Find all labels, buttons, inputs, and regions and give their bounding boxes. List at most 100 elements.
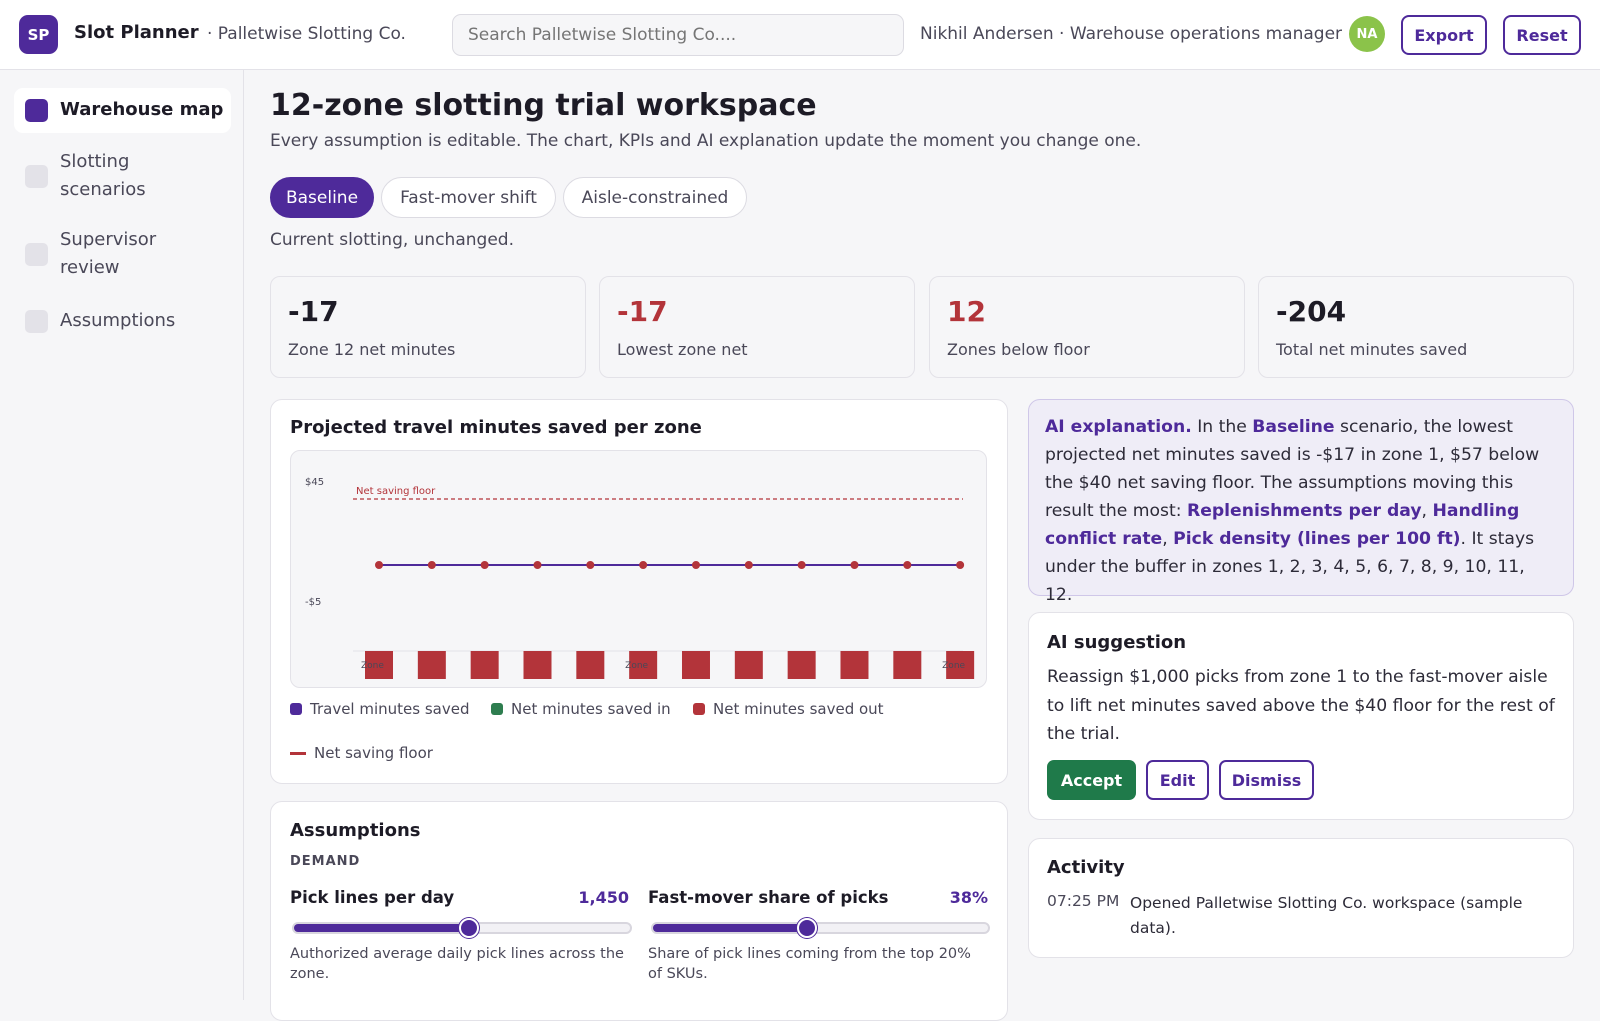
chart-area: $45 -$5 Net saving floor Zone Zone Zone — [290, 450, 987, 688]
travel-minutes-point — [903, 561, 912, 569]
assumptions-icon — [25, 310, 48, 333]
slider-label: Fast-mover share of picks — [648, 888, 889, 907]
accept-button[interactable]: Accept — [1047, 760, 1136, 800]
kpi-value: -17 — [288, 295, 339, 328]
activity-title: Activity — [1047, 857, 1125, 878]
travel-minutes-point — [691, 561, 700, 569]
ai-text: , — [1421, 501, 1433, 521]
slider-label: Pick lines per day — [290, 888, 455, 907]
kpi-label: Total net minutes saved — [1276, 340, 1468, 359]
dismiss-button[interactable]: Dismiss — [1219, 760, 1314, 800]
tab-fast-mover-shift[interactable]: Fast-mover shift — [381, 177, 556, 218]
floor-label: Net saving floor — [356, 486, 436, 497]
section-label-demand: DEMAND — [290, 854, 361, 869]
legend-item-net-in: Net minutes saved in — [491, 700, 671, 718]
bar-net-minutes-out — [787, 651, 816, 679]
legend-label: Net minutes saved out — [713, 700, 884, 718]
travel-minutes-point — [639, 561, 648, 569]
supervisor-review-icon — [25, 243, 48, 266]
sidebar-item-warehouse-map[interactable]: Warehouse map — [14, 88, 231, 133]
edit-button[interactable]: Edit — [1146, 760, 1209, 800]
slider-help: Authorized average daily pick lines acro… — [290, 946, 624, 982]
line-bar-chart: $45 -$5 Net saving floor Zone Zone Zone — [305, 477, 975, 679]
reset-button[interactable]: Reset — [1503, 15, 1581, 55]
kpi-card: -204 Total net minutes saved — [1258, 276, 1574, 378]
x-tick-label: Zone — [361, 661, 384, 671]
travel-minutes-point — [533, 561, 542, 569]
travel-minutes-point — [375, 561, 383, 569]
sidebar: Warehouse map Slotting scenarios Supervi… — [0, 70, 244, 1000]
ai-explanation-panel: AI explanation. In the Baseline scenario… — [1028, 399, 1574, 605]
warehouse-map-icon — [25, 99, 48, 122]
kpi-label: Lowest zone net — [617, 340, 748, 359]
travel-minutes-point — [480, 561, 489, 569]
bar-net-minutes-out — [576, 651, 605, 679]
legend-item-floor: Net saving floor — [290, 744, 433, 762]
legend-swatch — [290, 703, 302, 715]
y-tick-label: $45 — [305, 477, 324, 488]
ai-suggestion-text: Reassign $1,000 picks from zone 1 to the… — [1047, 667, 1555, 744]
tab-baseline[interactable]: Baseline — [270, 177, 374, 218]
legend-swatch — [290, 751, 306, 755]
kpi-card: -17 Zone 12 net minutes — [270, 276, 586, 378]
kpi-value: -204 — [1276, 295, 1347, 328]
avatar[interactable]: NA — [1349, 16, 1385, 52]
page-subtitle: Every assumption is editable. The chart,… — [270, 131, 1142, 151]
travel-minutes-point — [744, 561, 753, 569]
bar-net-minutes-out — [681, 651, 710, 679]
sidebar-item-label: Supervisor review — [60, 229, 157, 278]
slider-value: 38% — [949, 888, 988, 907]
company-name: · Palletwise Slotting Co. — [207, 24, 406, 44]
legend-swatch — [491, 703, 503, 715]
slider-fill — [294, 924, 469, 932]
slider-handle[interactable] — [797, 918, 818, 938]
app-logo: SP — [19, 15, 58, 54]
ai-text: , — [1162, 529, 1174, 549]
fast-mover-share-slider[interactable] — [651, 918, 990, 938]
travel-minutes-point — [797, 561, 806, 569]
ai-scenario: Baseline — [1252, 417, 1335, 437]
ai-factor: Replenishments per day — [1186, 501, 1422, 521]
kpi-label: Zones below floor — [947, 340, 1090, 359]
ai-factor: Pick density (lines per 100 ft) — [1173, 529, 1461, 549]
travel-minutes-point — [850, 561, 859, 569]
sidebar-item-label: Warehouse map — [60, 99, 224, 120]
page-title: 12-zone slotting trial workspace — [270, 88, 817, 123]
kpi-label: Zone 12 net minutes — [288, 340, 456, 359]
pick-lines-slider[interactable] — [292, 918, 632, 938]
slider-handle[interactable] — [458, 918, 479, 938]
kpi-card: 12 Zones below floor — [929, 276, 1245, 378]
travel-minutes-point — [586, 561, 595, 569]
bar-net-minutes-out — [840, 651, 869, 679]
activity-time: 07:25 PM — [1047, 892, 1120, 910]
legend-item-net-out: Net minutes saved out — [693, 700, 884, 718]
y-tick-label: -$5 — [305, 597, 321, 608]
legend-swatch — [693, 703, 705, 715]
legend-item-travel: Travel minutes saved — [290, 700, 469, 718]
bar-net-minutes-out — [470, 651, 499, 679]
travel-minutes-point — [956, 561, 965, 569]
top-bar: SP Slot Planner · Palletwise Slotting Co… — [0, 0, 1600, 70]
bar-net-minutes-out — [523, 651, 552, 679]
slider-help: Share of pick lines coming from the top … — [648, 946, 971, 982]
search-input[interactable] — [452, 14, 904, 56]
kpi-card: -17 Lowest zone net — [599, 276, 915, 378]
slider-fill — [653, 924, 808, 932]
x-tick-label: Zone — [942, 661, 965, 671]
bar-net-minutes-out — [893, 651, 922, 679]
ai-suggestion-title: AI suggestion — [1047, 632, 1187, 653]
kpi-value: 12 — [947, 295, 986, 328]
user-label: Nikhil Andersen · Warehouse operations m… — [920, 24, 1343, 44]
tab-aisle-constrained[interactable]: Aisle-constrained — [563, 177, 747, 218]
sidebar-item-assumptions[interactable]: Assumptions — [14, 299, 231, 344]
sidebar-item-slotting-scenarios[interactable]: Slotting scenarios — [14, 145, 231, 207]
export-button[interactable]: Export — [1401, 15, 1487, 55]
slotting-scenarios-icon — [25, 165, 48, 188]
legend-label: Net saving floor — [314, 744, 433, 762]
activity-text: Opened Palletwise Slotting Co. workspace… — [1130, 894, 1523, 937]
bar-net-minutes-out — [417, 651, 446, 679]
legend-label: Travel minutes saved — [310, 700, 470, 718]
ai-explanation-lead: AI explanation. — [1045, 417, 1192, 437]
sidebar-item-supervisor-review[interactable]: Supervisor review — [14, 223, 231, 285]
kpi-value: -17 — [617, 295, 668, 328]
